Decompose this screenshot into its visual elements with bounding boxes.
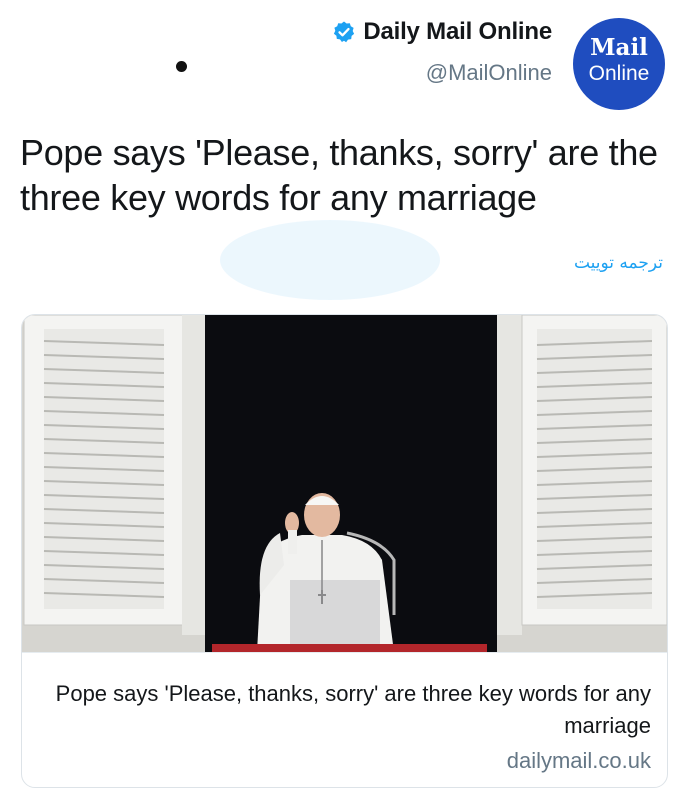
- display-name-row[interactable]: Daily Mail Online: [332, 18, 552, 46]
- translate-tweet-link[interactable]: ترجمه توییت: [574, 253, 663, 273]
- user-handle[interactable]: @MailOnline: [332, 60, 552, 86]
- bullet-dot: [176, 61, 187, 72]
- link-card[interactable]: Pope says 'Please, thanks, sorry' are th…: [21, 314, 668, 788]
- balcony-drape: [212, 644, 487, 652]
- card-domain[interactable]: dailymail.co.uk: [40, 748, 651, 774]
- card-title[interactable]: Pope says 'Please, thanks, sorry' are th…: [40, 678, 651, 742]
- tweet-header: Daily Mail Online @MailOnline Mail Onlin…: [0, 0, 683, 110]
- left-shutter: [23, 315, 205, 635]
- card-body[interactable]: Pope says 'Please, thanks, sorry' are th…: [22, 652, 667, 787]
- card-image[interactable]: [22, 315, 667, 652]
- avatar-logo-line1: Mail: [590, 34, 648, 61]
- right-shutter: [497, 315, 667, 635]
- author-names[interactable]: Daily Mail Online @MailOnline: [332, 18, 552, 86]
- bird-watermark-icon: [220, 220, 440, 300]
- display-name[interactable]: Daily Mail Online: [363, 18, 552, 46]
- avatar-logo-line2: Online: [588, 62, 650, 85]
- pope-window-photo: [22, 315, 667, 652]
- verified-badge-icon: [334, 21, 355, 43]
- avatar[interactable]: Mail Online: [573, 18, 665, 110]
- tweet-text: Pope says 'Please, thanks, sorry' are th…: [20, 132, 658, 218]
